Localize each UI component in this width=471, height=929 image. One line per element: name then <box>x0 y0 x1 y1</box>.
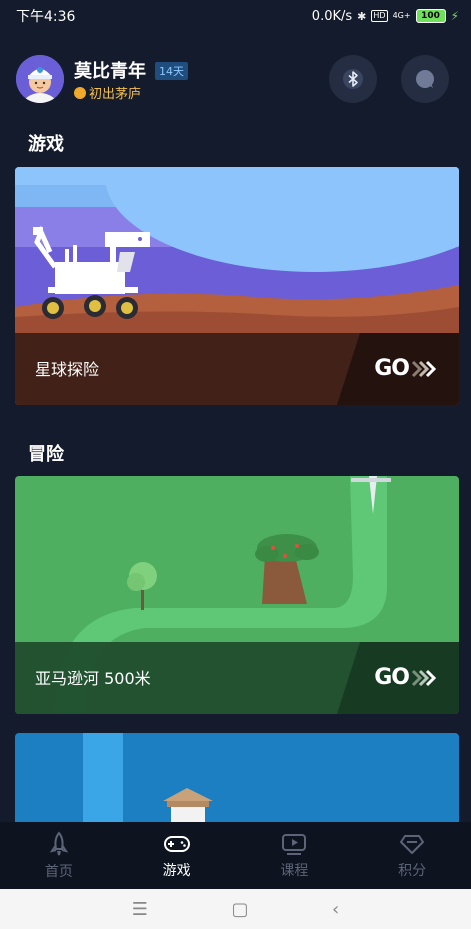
medal-icon <box>74 86 86 99</box>
avatar-image <box>16 55 64 103</box>
nav-item-courses[interactable]: 课程 <box>236 822 354 889</box>
triple-chevron-icon <box>411 360 437 377</box>
gamepad-icon <box>163 835 190 852</box>
status-bar: 下午4:36 0.0K/s ✱ HD 4G+ 100 ⚡ <box>0 0 471 32</box>
system-nav-bar: ☰ ▢ ‹ <box>0 889 471 929</box>
planet-go-label: GO <box>374 356 410 381</box>
chat-icon <box>416 70 434 88</box>
planet-exploration-card[interactable]: 星球探险 GO <box>15 167 459 405</box>
nav-item-points[interactable]: 积分 <box>353 822 471 889</box>
nav-label-games: 游戏 <box>162 862 191 879</box>
net-speed: 0.0K/s <box>311 8 353 24</box>
planet-go-button[interactable]: GO <box>374 356 437 381</box>
bluetooth-icon <box>343 69 363 89</box>
avatar[interactable] <box>16 55 64 103</box>
level-badge: 初出茅庐 <box>74 83 141 102</box>
username: 莫比青年 <box>74 61 146 82</box>
days-badge: 14天 <box>155 62 188 80</box>
signal-icon: 4G+ <box>393 12 411 20</box>
video-icon <box>282 833 307 855</box>
back-icon[interactable]: ‹ <box>332 899 339 920</box>
rocket-icon <box>49 830 69 855</box>
third-game-card[interactable] <box>15 733 459 822</box>
section-title-adventure: 冒险 <box>28 444 64 465</box>
bottom-nav: 首页 游戏 课程 积分 <box>0 822 471 889</box>
signal-label: 4G+ <box>392 11 411 20</box>
amazon-card-title: 亚马逊河 500米 <box>35 669 151 688</box>
nav-item-games[interactable]: 游戏 <box>118 822 236 889</box>
amazon-go-button[interactable]: GO <box>374 665 437 690</box>
battery-icon: 100 <box>415 9 446 23</box>
menu-icon[interactable]: ☰ <box>132 899 148 920</box>
status-time: 下午4:36 <box>16 9 76 25</box>
triple-chevron-icon <box>411 669 437 686</box>
level-label: 初出茅庐 <box>89 87 142 102</box>
third-card-illustration <box>15 733 459 822</box>
bluetooth-button[interactable] <box>329 55 377 103</box>
nav-label-points: 积分 <box>398 862 427 879</box>
section-title-games: 游戏 <box>28 134 64 155</box>
nav-item-home[interactable]: 首页 <box>0 822 118 889</box>
nav-label-courses: 课程 <box>280 862 309 879</box>
charging-icon: ⚡ <box>450 9 459 23</box>
amazon-go-label: GO <box>374 665 410 690</box>
message-button[interactable] <box>401 55 449 103</box>
nav-label-home: 首页 <box>44 863 73 880</box>
hd-icon: HD <box>371 10 388 22</box>
home-square-icon[interactable]: ▢ <box>231 899 248 920</box>
diamond-icon <box>400 834 425 854</box>
planet-card-title: 星球探险 <box>35 360 100 379</box>
amazon-river-card[interactable]: 亚马逊河 500米 GO <box>15 476 459 714</box>
bluetooth-status-icon: ✱ <box>357 9 367 23</box>
